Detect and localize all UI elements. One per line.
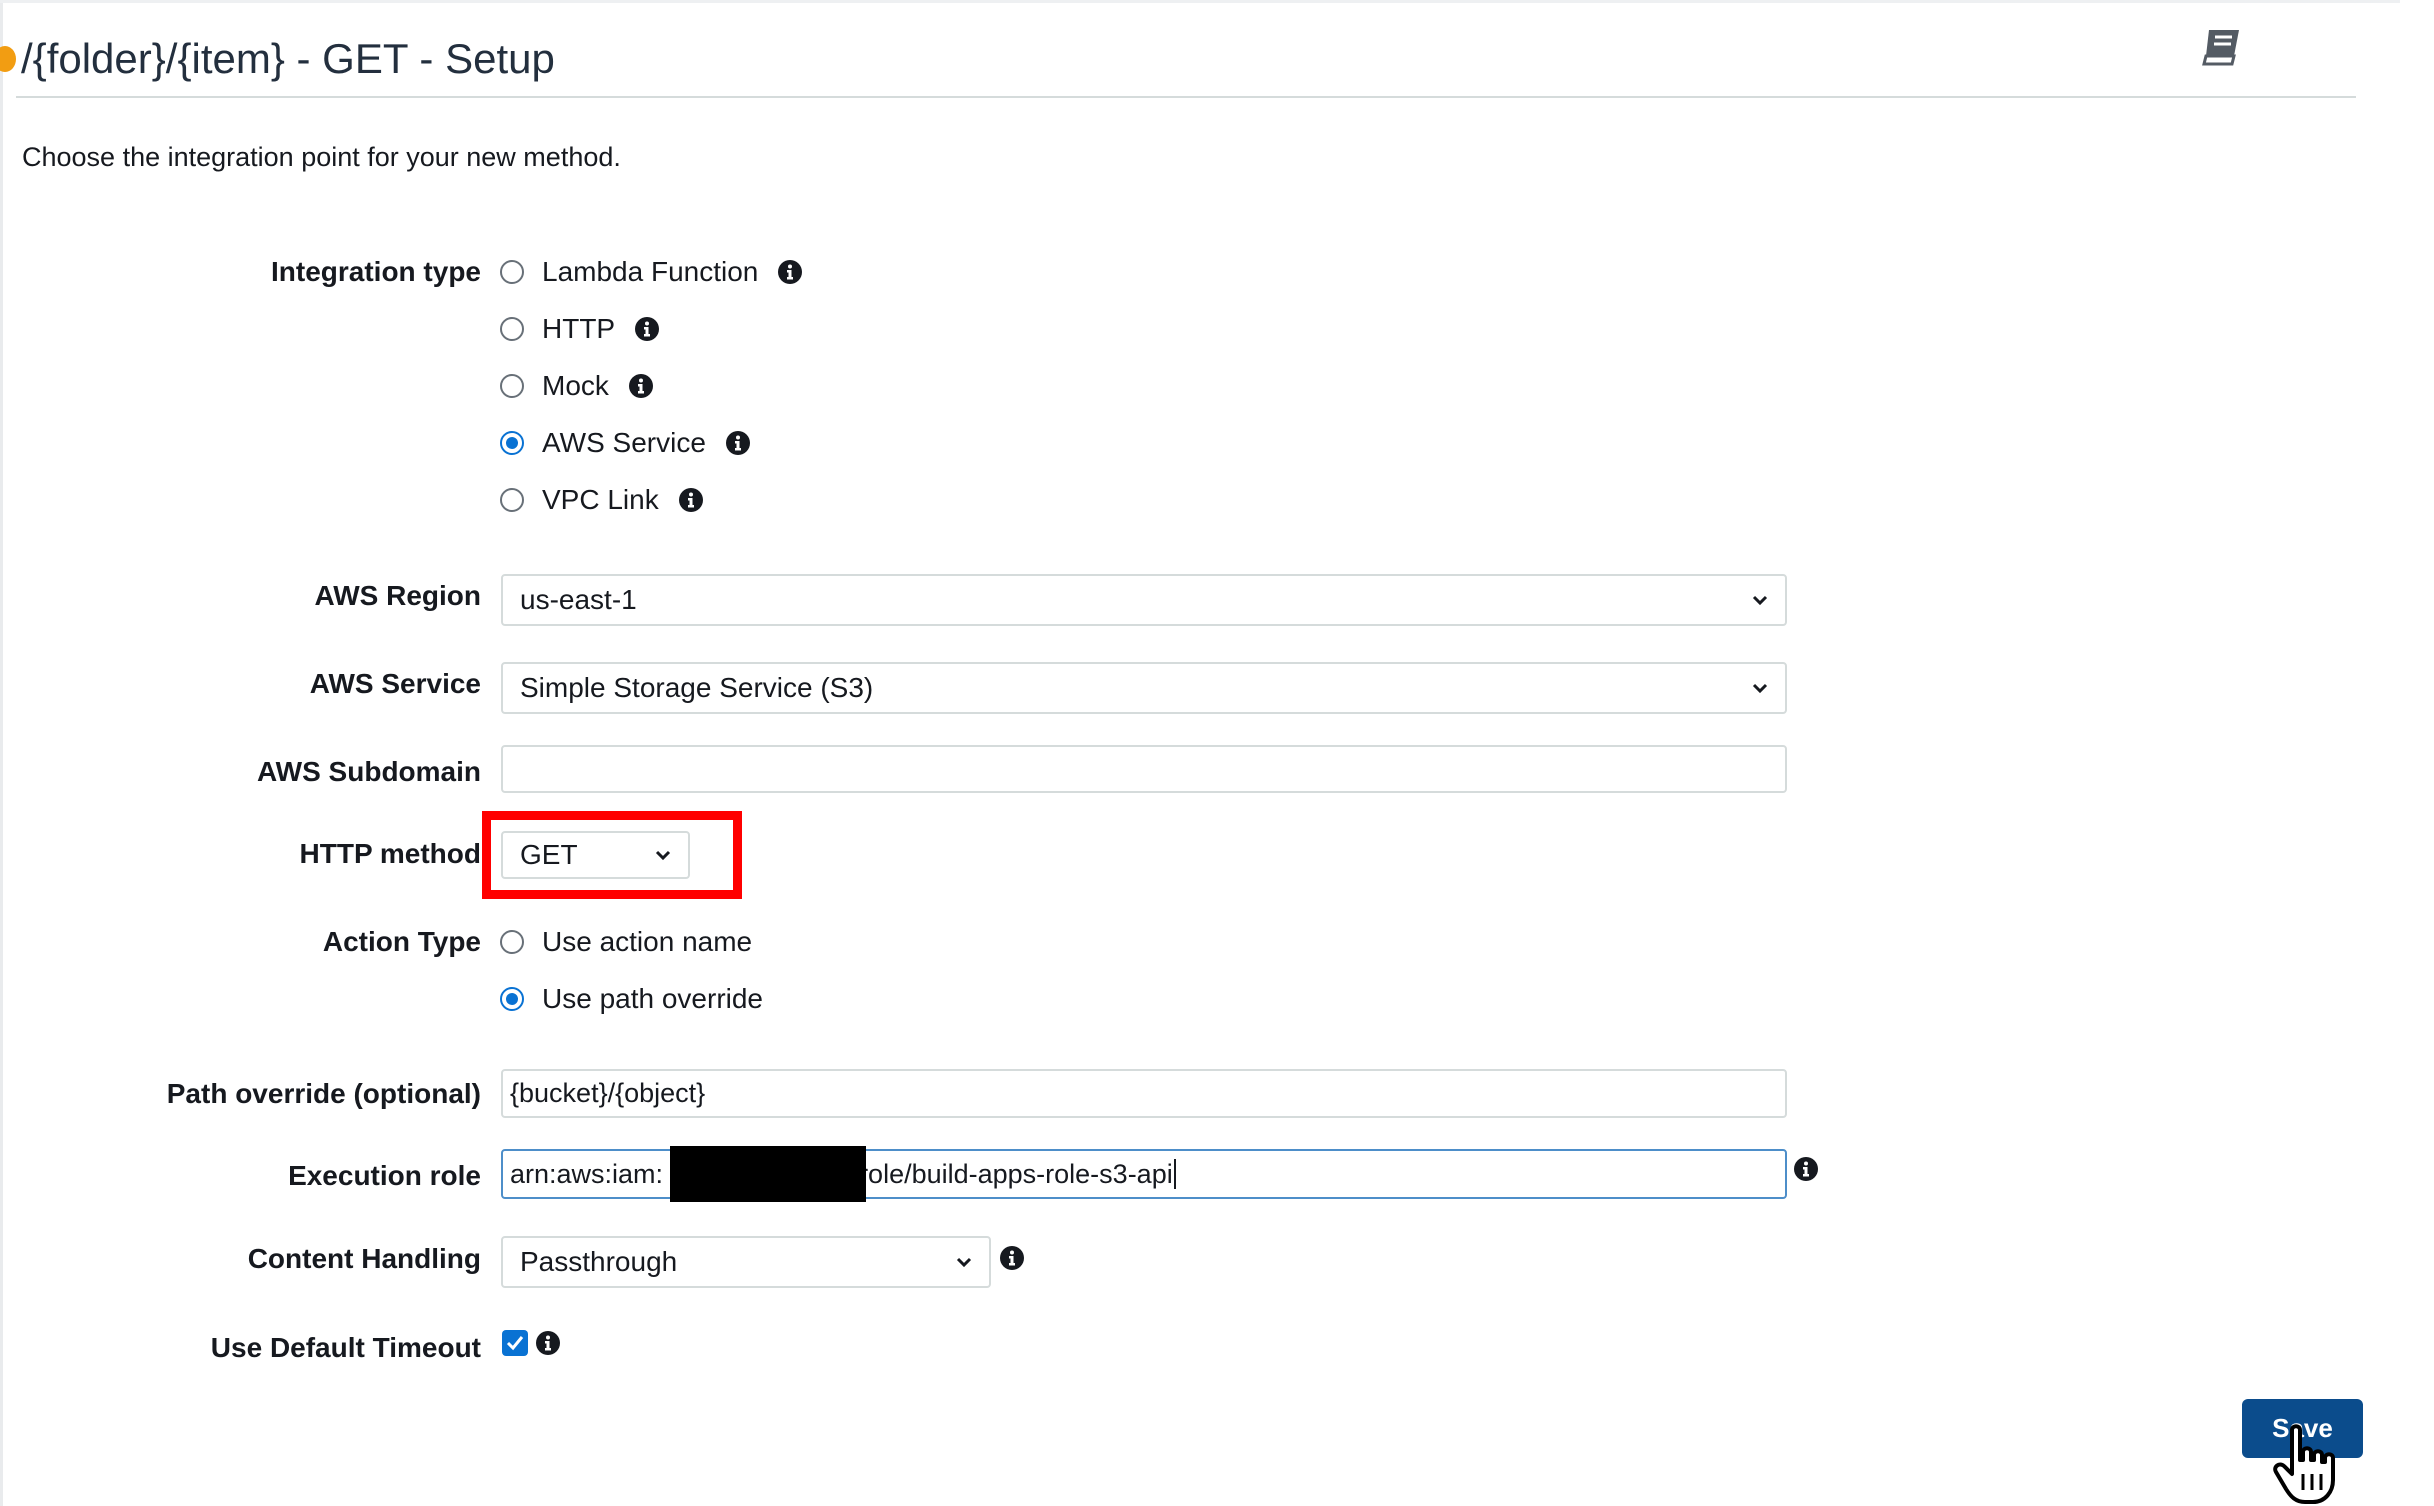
top-border [0,0,2400,3]
radio-button[interactable] [500,930,524,954]
aws-region-select[interactable]: us-east-1 [501,574,1787,626]
info-icon[interactable] [778,260,803,284]
highlight-box [482,811,742,899]
aws-service-select[interactable]: Simple Storage Service (S3) [501,662,1787,714]
redacted-account-id [670,1146,866,1202]
radio-button-selected[interactable] [500,987,524,1011]
radio-button[interactable] [500,488,524,512]
info-icon[interactable] [678,488,703,512]
path-override-label: Path override (optional) [166,1078,481,1109]
info-icon[interactable] [1794,1157,1818,1181]
execution-role-suffix: role/build-apps-role-s3-api [859,1158,1173,1189]
radio-http[interactable]: HTTP [500,309,660,349]
radio-button[interactable] [500,260,524,284]
path-override-value: {bucket}/{object} [510,1078,706,1108]
info-icon[interactable] [628,374,653,398]
execution-role-prefix: arn:aws:iam: [510,1158,664,1189]
left-border [0,0,3,1506]
text-caret [1173,1159,1176,1189]
checkmark-icon [506,1336,524,1351]
title-divider [16,96,2356,98]
radio-aws-service[interactable]: AWS Service [500,423,750,463]
aws-region-value: us-east-1 [520,584,637,615]
info-icon[interactable] [725,431,750,455]
radio-vpc-link[interactable]: VPC Link [500,480,703,520]
info-icon[interactable] [1000,1246,1024,1270]
radio-lambda-function[interactable]: Lambda Function [500,252,803,292]
radio-label: Use path override [542,983,764,1014]
info-icon[interactable] [635,317,660,341]
chevron-down-icon [1752,683,1768,694]
aws-subdomain-label: AWS Subdomain [257,756,481,787]
radio-button[interactable] [500,317,524,341]
path-override-input[interactable]: {bucket}/{object} [501,1069,1787,1118]
radio-mock[interactable]: Mock [500,366,653,406]
content-handling-value: Passthrough [520,1246,678,1277]
aws-service-label: AWS Service [309,668,481,699]
aws-subdomain-input[interactable] [501,745,1787,793]
execution-role-label: Execution role [288,1160,481,1191]
aws-region-label: AWS Region [314,580,481,611]
aws-service-value: Simple Storage Service (S3) [520,672,874,703]
radio-label: HTTP [542,313,616,344]
radio-button-selected[interactable] [500,431,524,455]
book-icon[interactable] [2201,26,2245,68]
page-title: /{folder}/{item} - GET - Setup [21,35,555,82]
chevron-down-icon [1752,595,1768,606]
radio-use-path-override[interactable]: Use path override [500,979,763,1019]
content-handling-select[interactable]: Passthrough [501,1236,991,1288]
radio-label: AWS Service [542,427,706,458]
radio-button[interactable] [500,374,524,398]
chevron-down-icon [956,1257,972,1268]
content-handling-label: Content Handling [247,1243,481,1274]
intro-text: Choose the integration point for your ne… [22,142,621,172]
radio-use-action-name[interactable]: Use action name [500,922,752,962]
default-timeout-label: Use Default Timeout [210,1332,481,1363]
radio-label: Mock [542,370,609,401]
action-type-label: Action Type [322,926,481,957]
default-timeout-checkbox[interactable] [502,1330,528,1356]
resource-marker-icon [0,46,16,72]
integration-type-label: Integration type [270,256,481,287]
hand-pointer-icon [2273,1424,2335,1504]
radio-label: VPC Link [542,484,659,515]
http-method-label: HTTP method [299,838,481,869]
info-icon[interactable] [536,1331,560,1355]
radio-label: Use action name [542,926,753,957]
radio-label: Lambda Function [542,256,759,287]
